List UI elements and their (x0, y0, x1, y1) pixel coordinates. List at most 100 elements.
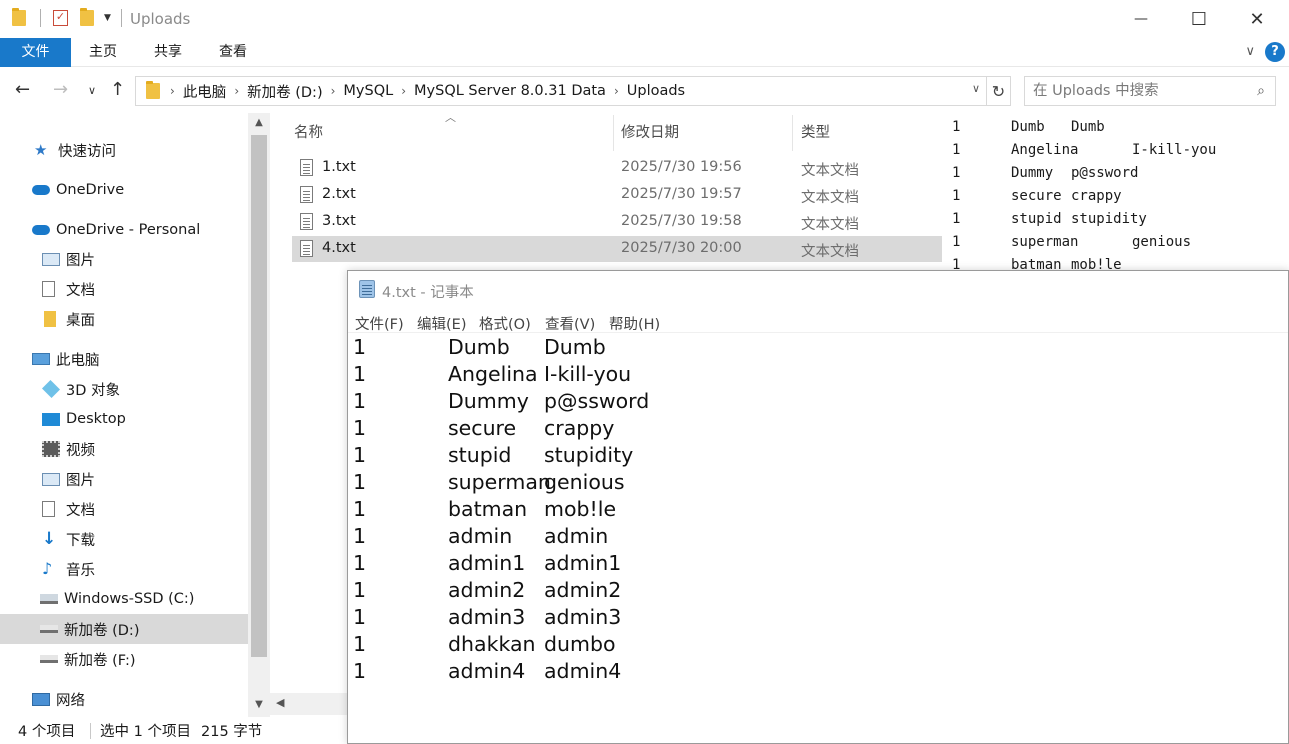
menu-format[interactable]: 格式(O) (479, 313, 531, 334)
chevron-right-icon[interactable]: › (401, 84, 406, 98)
sidebar-item-label: 3D 对象 (66, 382, 120, 399)
menu-help[interactable]: 帮助(H) (609, 313, 660, 334)
scroll-down-icon[interactable]: ▼ (248, 695, 270, 715)
sidebar-item-pictures[interactable]: 图片 (0, 244, 248, 274)
sidebar-item-documents[interactable]: 文档 (0, 274, 248, 304)
close-button[interactable]: ✕ (1234, 0, 1280, 38)
back-arrow-icon[interactable]: ← (15, 79, 30, 100)
file-name: 4.txt (322, 240, 356, 256)
sidebar-item-label: 图片 (66, 252, 95, 269)
properties-icon[interactable]: ✓ (53, 10, 68, 26)
tab-share[interactable]: 共享 (143, 38, 193, 67)
music-icon: ♪ (42, 559, 53, 578)
column-divider[interactable] (613, 115, 614, 151)
file-row[interactable]: 3.txt 2025/7/30 19:58 文本文档 (292, 209, 942, 235)
download-icon: ↓ (42, 529, 57, 549)
file-row[interactable]: 1.txt 2025/7/30 19:56 文本文档 (292, 155, 942, 181)
chevron-right-icon[interactable]: › (614, 84, 619, 98)
breadcrumb-mysql-data[interactable]: MySQL Server 8.0.31 Data (414, 83, 606, 99)
sidebar-item-label: 文档 (66, 502, 95, 519)
close-icon: ✕ (1249, 8, 1265, 30)
file-type: 文本文档 (801, 190, 859, 206)
sidebar-item-network[interactable]: 网络 (0, 684, 248, 714)
sidebar-scrollbar[interactable]: ▲ ▼ (248, 113, 270, 717)
minimize-button[interactable]: — (1118, 0, 1164, 38)
scrollbar-thumb[interactable] (251, 135, 267, 657)
tab-home[interactable]: 主页 (78, 38, 128, 67)
file-name: 2.txt (322, 186, 356, 202)
customize-toolbar-icon[interactable]: ▼ (104, 13, 111, 23)
quick-access-toolbar: ✓ ▼ (12, 8, 122, 27)
file-row[interactable]: 4.txt 2025/7/30 20:00 文本文档 (292, 236, 942, 262)
star-icon: ★ (34, 141, 48, 159)
help-icon[interactable]: ? (1265, 42, 1285, 62)
scroll-left-icon[interactable]: ◀ (276, 696, 284, 709)
breadcrumb-uploads[interactable]: Uploads (627, 83, 685, 99)
recent-locations-icon[interactable]: ∨ (88, 84, 96, 97)
address-bar[interactable]: › 此电脑 › 新加卷 (D:) › MySQL › MySQL Server … (135, 76, 1011, 106)
forward-arrow-icon[interactable]: → (53, 79, 68, 100)
minimize-icon: — (1134, 11, 1148, 27)
sidebar-item-music[interactable]: ♪ 音乐 (0, 554, 248, 584)
up-arrow-icon[interactable]: ↑ (110, 79, 125, 100)
sidebar-item-label: Windows-SSD (C:) (64, 591, 195, 607)
column-header-date[interactable]: 修改日期 (621, 121, 679, 142)
sidebar-item-onedrive[interactable]: OneDrive (0, 175, 248, 205)
column-divider[interactable] (792, 115, 793, 151)
sidebar-item-desktop[interactable]: Desktop (0, 404, 248, 434)
expand-ribbon-icon[interactable]: ∨ (1245, 44, 1255, 59)
sidebar-item-pictures-pc[interactable]: 图片 (0, 464, 248, 494)
chevron-right-icon[interactable]: › (331, 84, 336, 98)
sidebar-item-downloads[interactable]: ↓ 下载 (0, 524, 248, 554)
breadcrumb-this-pc[interactable]: 此电脑 (183, 81, 227, 102)
chevron-right-icon[interactable]: › (234, 84, 239, 98)
menu-file[interactable]: 文件(F) (355, 313, 404, 334)
divider (120, 9, 122, 27)
search-placeholder: 在 Uploads 中搜索 (1033, 83, 1159, 99)
search-icon[interactable]: ⌕ (1257, 77, 1265, 105)
sidebar-item-videos[interactable]: 视频 (0, 434, 248, 464)
text-file-icon (300, 240, 313, 257)
sidebar-item-drive-f[interactable]: 新加卷 (F:) (0, 644, 248, 674)
search-input[interactable]: 在 Uploads 中搜索 ⌕ (1024, 76, 1276, 106)
sidebar-item-drive-c[interactable]: Windows-SSD (C:) (0, 584, 248, 614)
item-count: 4 个项目 (18, 724, 76, 740)
sidebar-item-documents-pc[interactable]: 文档 (0, 494, 248, 524)
sidebar-item-label: 快速访问 (58, 143, 116, 160)
breadcrumb-drive-d[interactable]: 新加卷 (D:) (247, 81, 322, 102)
sidebar-item-3d-objects[interactable]: 3D 对象 (0, 374, 248, 404)
folder-icon (146, 81, 160, 99)
file-name: 3.txt (322, 213, 356, 229)
address-dropdown-icon[interactable]: ∨ (972, 82, 980, 95)
refresh-icon[interactable]: ↻ (986, 77, 1010, 105)
column-header-name[interactable]: 名称 (294, 121, 323, 142)
breadcrumb-mysql[interactable]: MySQL (343, 83, 393, 99)
scroll-up-icon[interactable]: ▲ (248, 113, 270, 133)
column-header-type[interactable]: 类型 (801, 121, 830, 142)
sidebar-item-drive-d[interactable]: 新加卷 (D:) (0, 614, 248, 644)
chevron-right-icon[interactable]: › (170, 84, 175, 98)
menu-view[interactable]: 查看(V) (545, 313, 595, 334)
sidebar-item-label: 桌面 (66, 312, 95, 329)
sidebar-item-desktop-folder[interactable]: 桌面 (0, 304, 248, 334)
sidebar-item-label: OneDrive - Personal (56, 222, 201, 238)
divider (40, 9, 41, 27)
notepad-window[interactable]: 4.txt - 记事本 文件(F) 编辑(E) 格式(O) 查看(V) 帮助(H… (347, 270, 1289, 744)
sidebar-item-label: 图片 (66, 472, 95, 489)
tab-view[interactable]: 查看 (208, 38, 258, 67)
file-date: 2025/7/30 19:57 (621, 186, 742, 202)
notepad-title-bar[interactable]: 4.txt - 记事本 (348, 271, 1288, 307)
sidebar-item-onedrive-personal[interactable]: OneDrive - Personal (0, 215, 248, 245)
network-icon (32, 692, 50, 706)
notepad-text-area[interactable]: 1 Dumb Dumb 1 Angelina I-kill-you 1 Dummy p@ss… (348, 335, 1288, 743)
tab-file[interactable]: 文件 (0, 38, 71, 67)
maximize-button[interactable]: ☐ (1176, 0, 1222, 38)
file-row[interactable]: 2.txt 2025/7/30 19:57 文本文档 (292, 182, 942, 208)
menu-edit[interactable]: 编辑(E) (417, 313, 466, 334)
sidebar-item-label: 网络 (56, 692, 85, 709)
ribbon: 文件 主页 共享 查看 ∨ ? (0, 38, 1289, 67)
sidebar-item-quick-access[interactable]: ★ 快速访问 (0, 135, 248, 165)
new-folder-icon[interactable] (80, 8, 94, 26)
sidebar-item-this-pc[interactable]: 此电脑 (0, 344, 248, 374)
notepad-title: 4.txt - 记事本 (382, 285, 474, 301)
